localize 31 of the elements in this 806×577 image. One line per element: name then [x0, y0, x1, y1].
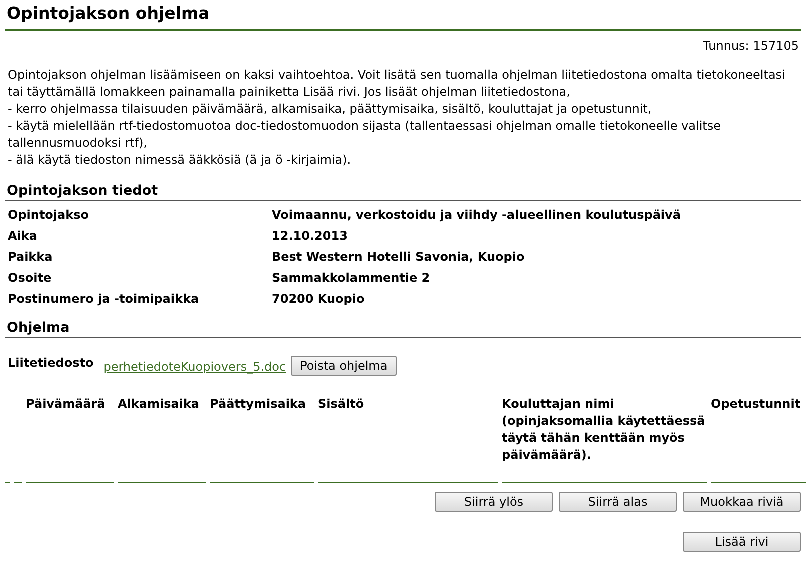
instruction-text: - älä käytä tiedoston nimessä ääkkösiä (ä ja ö -kirjaimia). [8, 152, 352, 169]
field-label: Postinumero ja -toimipaikka [8, 292, 200, 306]
field-label: Paikka [8, 250, 54, 264]
field-label: Aika [8, 229, 38, 243]
section-heading: Ohjelma [5, 320, 801, 338]
id-number: Tunnus: 157105 [702, 39, 799, 53]
column-header: Päättymisaika [210, 396, 314, 483]
field-value: Best Western Hotelli Savonia, Kuopio [272, 250, 526, 264]
column-header: Alkamisaika [118, 396, 206, 483]
field-value: 12.10.2013 [272, 229, 349, 243]
column-header: Päivämäärä [26, 396, 114, 483]
field-value: 70200 Kuopio [272, 292, 366, 306]
field-value: Voimaannu, verkostoidu ja viihdy -alueellinen koulutuspäivä [272, 208, 682, 222]
instruction-text: Opintojakson ohjelman lisäämiseen on kaksi vaihtoehtoa. Voit lisätä sen tuomalla ohjelman liitetiedostona omalta tietokoneeltasi tai täyttämällä lomakkeen painamalla painiketta Lisää rivi. Jos lisäät ohjelman liitetiedostona, [8, 67, 786, 101]
attachment-link[interactable]: perhetiedoteKuopiovers_5.doc [104, 360, 286, 374]
column-header: Sisältö [318, 396, 498, 483]
remove-program-button[interactable]: Poista ohjelma [291, 356, 397, 376]
page-title: Opintojakson ohjelma [5, 4, 801, 31]
field-label: Opintojakso [8, 208, 90, 222]
instruction-text: - kerro ohjelmassa tilaisuuden päivämäärä, alkamisaika, päättymisaika, sisältö, kouluttajat ja opetustunnit, [8, 101, 653, 118]
row-action-button[interactable]: Siirrä alas [559, 492, 677, 512]
field-label: Liitetiedosto [8, 356, 94, 370]
row-action-button[interactable]: Siirrä ylös [435, 492, 553, 512]
field-value: Sammakkolammentie 2 [272, 271, 432, 285]
add-row-button[interactable]: Lisää rivi [683, 532, 801, 552]
instruction-text: - käytä mielellään rtf-tiedostomuotoa doc-tiedostomuodon sijasta (tallentaessasi ohjelman omalle tietokoneelle valitse tallennusmuodoksi rtf), [8, 118, 722, 152]
row-action-button[interactable]: Muokkaa riviä [683, 492, 801, 512]
column-header: Opetustunnit [711, 396, 806, 483]
section-heading: Opintojakson tiedot [5, 183, 801, 201]
field-label: Osoite [8, 271, 53, 285]
column-header: Kouluttajan nimi (opinjaksomallia käytettäessä täytä tähän kenttään myös päivämäärä). [502, 396, 707, 483]
